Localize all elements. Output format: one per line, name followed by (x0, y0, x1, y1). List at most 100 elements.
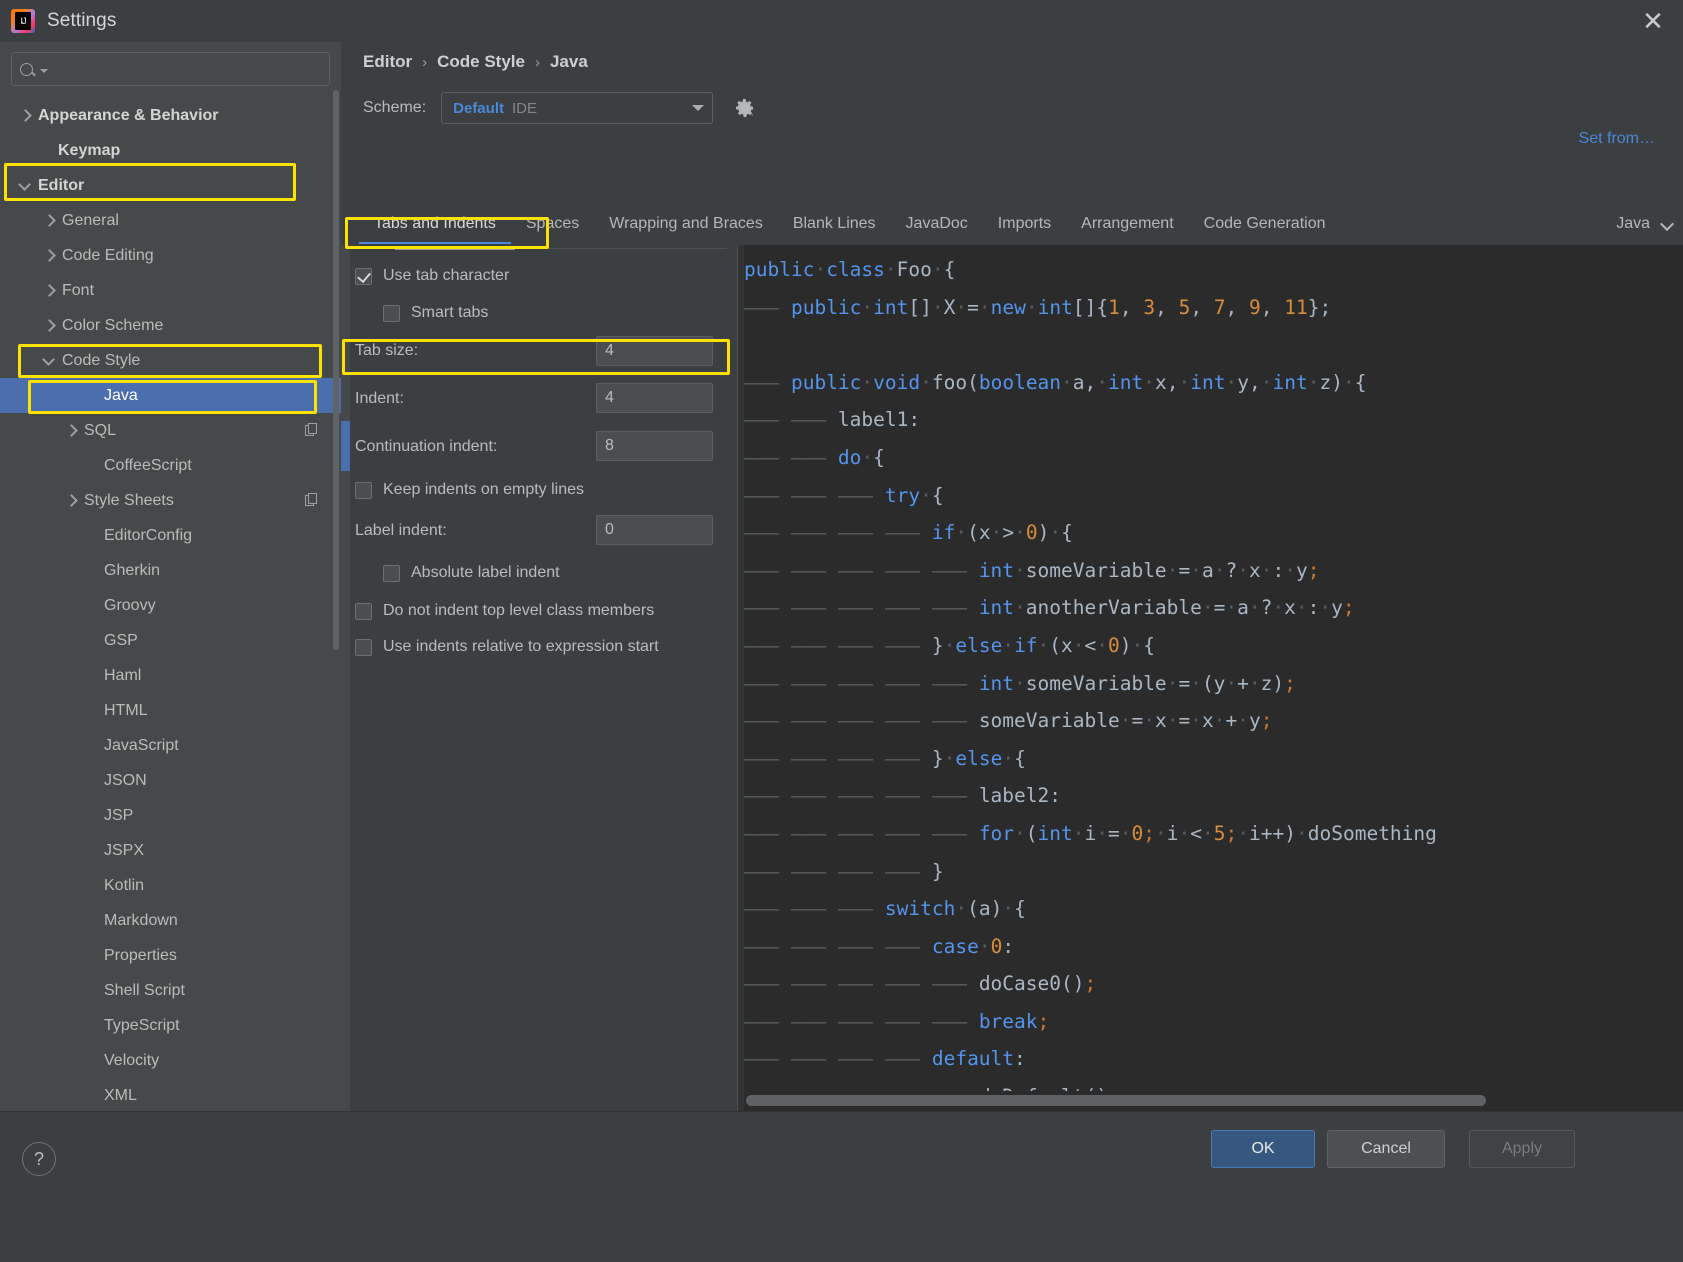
copy-icon[interactable] (305, 493, 319, 507)
sidebar-item-html[interactable]: HTML (0, 693, 341, 728)
code-token: · (1296, 821, 1308, 845)
absolute-label-indent-checkbox[interactable] (383, 564, 400, 582)
code-token: · (1143, 709, 1155, 733)
sidebar-item-color-scheme[interactable]: Color Scheme (0, 308, 341, 343)
chevron-right-icon[interactable] (44, 286, 54, 296)
copy-icon[interactable] (305, 423, 319, 437)
ok-button[interactable]: OK (1211, 1130, 1315, 1168)
chevron-right-icon[interactable] (44, 251, 54, 261)
sidebar-item-haml[interactable]: Haml (0, 658, 341, 693)
sidebar-item-json[interactable]: JSON (0, 763, 341, 798)
sidebar-item-label: Keymap (58, 141, 121, 159)
smart-tabs-row[interactable]: Smart tabs (383, 296, 488, 330)
tab-arrangement[interactable]: Arrangement (1066, 204, 1189, 244)
label-indent-input[interactable]: 0 (596, 515, 713, 545)
tab-tabs-and-indents[interactable]: Tabs and Indents (359, 204, 511, 244)
sidebar-item-font[interactable]: Font (0, 273, 341, 308)
code-preview-panel[interactable]: public·class·Foo·{——— public·int[]·X·=·n… (737, 245, 1683, 1111)
sidebar-item-style-sheets[interactable]: Style Sheets (0, 483, 341, 518)
tab-code-generation[interactable]: Code Generation (1189, 204, 1341, 244)
chevron-down-icon[interactable] (44, 356, 54, 366)
tab-spaces[interactable]: Spaces (511, 204, 594, 244)
do-not-indent-top-level-row[interactable]: Do not indent top level class members (355, 594, 654, 628)
chevron-down-icon[interactable] (20, 181, 30, 191)
use-tab-character-checkbox[interactable] (355, 267, 372, 285)
use-indents-relative-row[interactable]: Use indents relative to expression start (355, 630, 659, 664)
sidebar-item-xml[interactable]: XML (0, 1078, 341, 1111)
sidebar-item-general[interactable]: General (0, 203, 341, 238)
do-not-indent-top-level-checkbox[interactable] (355, 602, 372, 620)
sidebar-item-jsp[interactable]: JSP (0, 798, 341, 833)
code-token: break (978, 1009, 1038, 1033)
chevron-right-icon[interactable] (44, 216, 54, 226)
absolute-label-indent-row[interactable]: Absolute label indent (383, 556, 560, 590)
scheme-value: Default (453, 99, 504, 117)
code-horizontal-scrollbar[interactable] (746, 1095, 1486, 1106)
keep-indents-empty-lines-row[interactable]: Keep indents on empty lines (355, 473, 584, 507)
tab-wrapping-and-braces[interactable]: Wrapping and Braces (594, 204, 778, 244)
code-token: x (1284, 596, 1296, 620)
sidebar-item-appearance-behavior[interactable]: Appearance & Behavior (0, 98, 341, 133)
sidebar-item-editor[interactable]: Editor (0, 168, 341, 203)
code-token: · (1319, 596, 1332, 620)
cancel-button[interactable]: Cancel (1327, 1130, 1445, 1168)
sidebar-item-kotlin[interactable]: Kotlin (0, 868, 341, 903)
chevron-right-icon[interactable] (66, 496, 76, 506)
sidebar-item-properties[interactable]: Properties (0, 938, 341, 973)
tab-overflow-java[interactable]: Java (1616, 204, 1673, 244)
keep-indents-on-empty-lines-checkbox[interactable] (355, 481, 372, 499)
sidebar-item-javascript[interactable]: JavaScript (0, 728, 341, 763)
sidebar-item-editorconfig[interactable]: EditorConfig (0, 518, 341, 553)
code-token: > (1002, 521, 1015, 545)
use-indents-relative-checkbox[interactable] (355, 638, 372, 656)
help-button[interactable]: ? (22, 1142, 56, 1176)
sidebar-item-shell-script[interactable]: Shell Script (0, 973, 341, 1008)
search-box[interactable] (11, 52, 330, 86)
continuation-indent-input[interactable]: 8 (596, 431, 713, 461)
chevron-right-icon[interactable] (66, 426, 76, 436)
sidebar-item-velocity[interactable]: Velocity (0, 1043, 341, 1078)
breadcrumb-code-style[interactable]: Code Style (437, 52, 525, 72)
code-line: ——— ——— ——— ——— ——— int·someVariable·=·a… (744, 552, 1683, 590)
code-token: int (978, 671, 1015, 695)
code-line: ——— ——— ——— ——— ——— doCase0(); (744, 965, 1683, 1003)
gear-icon[interactable] (734, 97, 756, 119)
close-icon[interactable]: ✕ (1623, 0, 1683, 42)
scheme-select[interactable]: Default IDE (441, 92, 714, 124)
settings-tree: Appearance & Behavior Keymap Editor General… (0, 98, 341, 1111)
chevron-down-icon[interactable] (40, 69, 48, 73)
code-token: { (1061, 521, 1073, 545)
set-from-link[interactable]: Set from… (1579, 130, 1655, 148)
indent-input[interactable]: 4 (596, 383, 713, 413)
chevron-right-icon[interactable] (44, 321, 54, 331)
code-token: ——— ——— ——— ——— (744, 746, 932, 770)
breadcrumb-editor[interactable]: Editor (363, 52, 412, 72)
code-token: · (1014, 671, 1026, 695)
tab-size-input[interactable]: 4 (596, 336, 713, 366)
sidebar-scrollbar[interactable] (333, 90, 339, 650)
tab-imports[interactable]: Imports (983, 204, 1066, 244)
code-token: z) (1319, 370, 1343, 394)
search-input[interactable] (48, 61, 321, 77)
sidebar-item-typescript[interactable]: TypeScript (0, 1008, 341, 1043)
smart-tabs-checkbox[interactable] (383, 304, 400, 322)
breadcrumb-java[interactable]: Java (550, 52, 588, 72)
chevron-right-icon[interactable] (20, 111, 30, 121)
tree-no-icon (86, 566, 96, 576)
use-tab-character-row[interactable]: Use tab character (355, 259, 509, 293)
sidebar-item-gsp[interactable]: GSP (0, 623, 341, 658)
sidebar-item-code-style[interactable]: Code Style (0, 343, 341, 378)
tab-blank-lines[interactable]: Blank Lines (778, 204, 891, 244)
sidebar-item-code-editing[interactable]: Code Editing (0, 238, 341, 273)
code-token: } (931, 633, 944, 657)
sidebar-item-markdown[interactable]: Markdown (0, 903, 341, 938)
sidebar-item-java[interactable]: Java (0, 378, 341, 413)
sidebar-item-groovy[interactable]: Groovy (0, 588, 341, 623)
sidebar-item-jspx[interactable]: JSPX (0, 833, 341, 868)
code-preview-text[interactable]: public·class·Foo·{——— public·int[]·X·=·n… (744, 251, 1683, 1091)
sidebar-item-sql[interactable]: SQL (0, 413, 341, 448)
tab-javadoc[interactable]: JavaDoc (891, 204, 983, 244)
sidebar-item-gherkin[interactable]: Gherkin (0, 553, 341, 588)
sidebar-item-keymap[interactable]: Keymap (0, 133, 341, 168)
sidebar-item-coffeescript[interactable]: CoffeeScript (0, 448, 341, 483)
